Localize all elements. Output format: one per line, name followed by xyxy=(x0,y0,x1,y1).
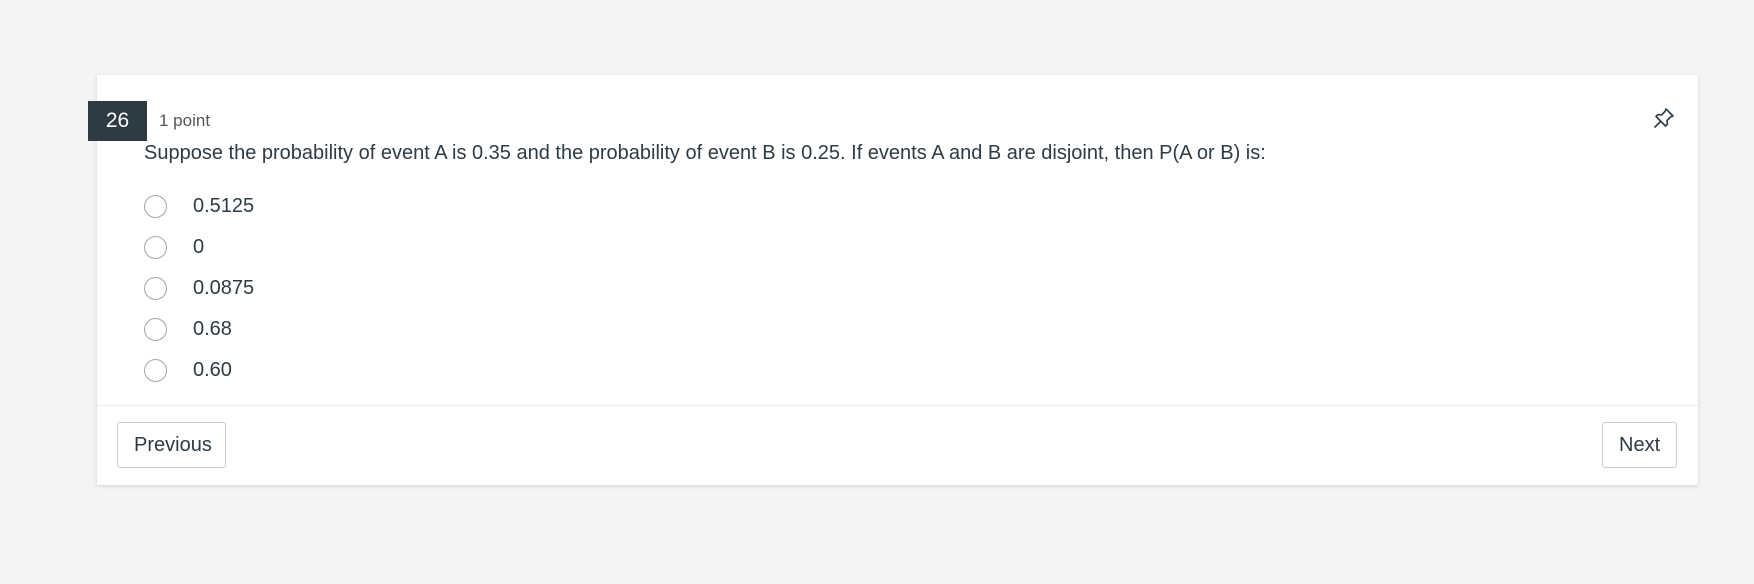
radio-button[interactable] xyxy=(144,359,167,382)
answer-option[interactable]: 0.60 xyxy=(144,350,254,391)
question-text: Suppose the probability of event A is 0.… xyxy=(144,142,1266,164)
answer-label: 0 xyxy=(193,236,205,258)
radio-button[interactable] xyxy=(144,236,167,259)
radio-button[interactable] xyxy=(144,318,167,341)
answer-option[interactable]: 0.0875 xyxy=(144,268,254,309)
radio-button[interactable] xyxy=(144,277,167,300)
answer-label: 0.0875 xyxy=(193,277,255,299)
question-number-badge: 26 xyxy=(88,101,147,141)
radio-button[interactable] xyxy=(144,195,167,218)
answer-label: 0.5125 xyxy=(193,195,255,217)
answer-label: 0.60 xyxy=(193,359,232,381)
question-card xyxy=(97,75,1698,485)
answer-label: 0.68 xyxy=(193,318,232,340)
answer-option[interactable]: 0.68 xyxy=(144,309,254,350)
answer-option[interactable]: 0.5125 xyxy=(144,186,254,227)
next-button[interactable]: Next xyxy=(1602,422,1677,468)
card-footer-divider xyxy=(97,405,1698,406)
pin-icon[interactable] xyxy=(1652,106,1676,130)
answer-list: 0.5125 0 0.0875 0.68 0.60 xyxy=(144,186,254,391)
pin-icon-graphic xyxy=(1654,108,1674,128)
previous-button[interactable]: Previous xyxy=(117,422,226,468)
answer-option[interactable]: 0 xyxy=(144,227,254,268)
question-points: 1 point xyxy=(159,111,211,130)
